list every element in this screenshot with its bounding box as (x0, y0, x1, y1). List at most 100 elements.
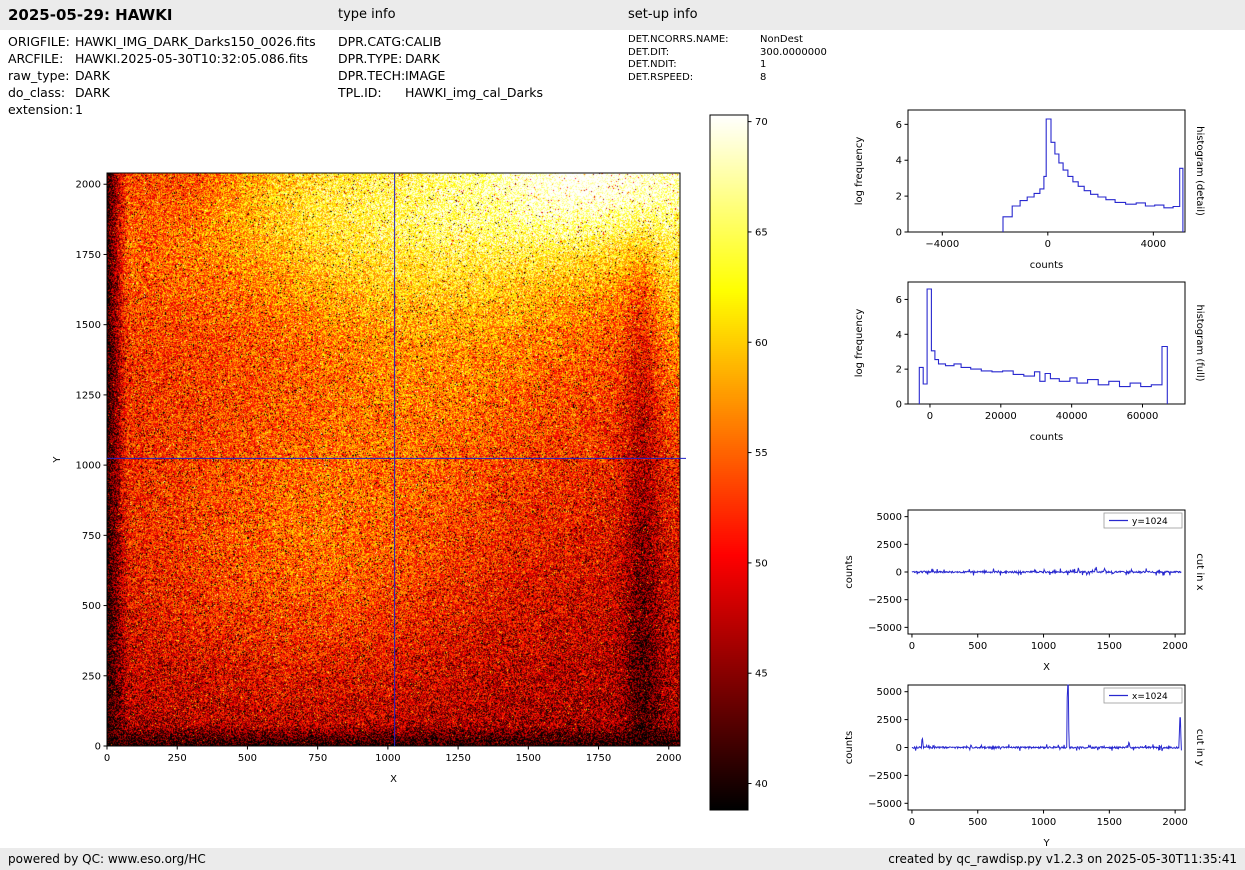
colorbar-tick-label: 50 (755, 558, 768, 569)
y-tick-label: 250 (82, 671, 101, 682)
metadata-value: DARK (75, 85, 110, 100)
x-tick-label: 1000 (1031, 641, 1056, 652)
x-tick-label: 1250 (445, 753, 470, 764)
y-tick-label: −5000 (868, 623, 902, 634)
cut-line (912, 567, 1182, 576)
y-axis-label: counts (844, 555, 855, 588)
metadata-value: 8 (760, 72, 766, 83)
metadata-row: ORIGFILE:HAWKI_IMG_DARK_Darks150_0026.fi… (8, 33, 316, 50)
setup-info-heading: set-up info (628, 0, 698, 30)
right-axis-label: histogram (detail) (1194, 126, 1205, 216)
colorbar-tick-label: 45 (755, 669, 768, 680)
metadata-file-info: ORIGFILE:HAWKI_IMG_DARK_Darks150_0026.fi… (8, 33, 316, 118)
x-tick-label: 1000 (1031, 817, 1056, 828)
x-tick-label: 40000 (1056, 411, 1088, 422)
x-tick-label: 1750 (586, 753, 611, 764)
x-tick-label: 1000 (375, 753, 400, 764)
y-tick-label: 0 (896, 568, 902, 579)
colorbar-tick-label: 60 (755, 338, 768, 349)
metadata-value: 1 (760, 59, 766, 70)
legend-box (1104, 513, 1182, 528)
right-axis-label: cut in x (1194, 553, 1205, 590)
x-axis-label: counts (1030, 432, 1063, 443)
metadata-value: HAWKI_IMG_DARK_Darks150_0026.fits (75, 34, 316, 49)
type-info-heading: type info (338, 0, 396, 30)
metadata-row: raw_type:DARK (8, 67, 316, 84)
metadata-label: TPL.ID: (338, 84, 405, 101)
metadata-row: ARCFILE:HAWKI.2025-05-30T10:32:05.086.fi… (8, 50, 316, 67)
y-tick-label: 1000 (76, 461, 101, 472)
y-tick-label: 2 (896, 192, 902, 203)
metadata-row: DPR.CATG:CALIB (338, 33, 543, 50)
y-tick-label: −2500 (868, 595, 902, 606)
metadata-label: raw_type: (8, 67, 75, 84)
metadata-label: ARCFILE: (8, 50, 75, 67)
metadata-row: extension:1 (8, 101, 316, 118)
metadata-value: NonDest (760, 34, 803, 45)
x-tick-label: 0 (909, 817, 915, 828)
y-tick-label: 1250 (76, 390, 101, 401)
y-tick-label: 1500 (76, 320, 101, 331)
legend-label: y=1024 (1132, 517, 1168, 527)
metadata-type-info: DPR.CATG:CALIB DPR.TYPE:DARK DPR.TECH:IM… (338, 33, 543, 101)
metadata-setup-info: DET.NCORRS.NAME:NonDest DET.DIT:300.0000… (628, 34, 827, 84)
x-tick-label: 1500 (516, 753, 541, 764)
colorbar-tick-label: 70 (755, 117, 768, 128)
colorbar-tick-label: 65 (755, 227, 768, 238)
x-tick-label: 250 (168, 753, 187, 764)
y-tick-label: 6 (896, 295, 902, 306)
y-tick-label: 500 (82, 601, 101, 612)
y-tick-label: 4 (896, 330, 902, 341)
y-tick-label: 2500 (877, 715, 902, 726)
metadata-label: DPR.TECH: (338, 67, 405, 84)
y-tick-label: 5000 (877, 687, 902, 698)
colorbar-tick-label: 55 (755, 448, 768, 459)
metadata-row: DET.RSPEED:8 (628, 72, 827, 85)
metadata-value: IMAGE (405, 68, 445, 83)
metadata-value: HAWKI.2025-05-30T10:32:05.086.fits (75, 51, 308, 66)
x-tick-label: 4000 (1141, 239, 1166, 250)
y-axis-label: log frequency (854, 137, 865, 206)
y-axis-label: log frequency (854, 309, 865, 378)
y-tick-label: 2000 (76, 180, 101, 191)
metadata-row: do_class:DARK (8, 84, 316, 101)
y-tick-label: 0 (896, 228, 902, 239)
histogram-line (1003, 119, 1183, 232)
metadata-label: do_class: (8, 84, 75, 101)
metadata-row: DET.NCORRS.NAME:NonDest (628, 34, 827, 47)
x-tick-label: 500 (968, 641, 987, 652)
footer-bar: powered by QC: www.eso.org/HC created by… (0, 848, 1245, 870)
y-tick-label: 750 (82, 531, 101, 542)
header-bar: 2025-05-29: HAWKI type info set-up info (0, 0, 1245, 30)
metadata-value: 300.0000000 (760, 47, 827, 58)
metadata-label: DET.RSPEED: (628, 72, 760, 85)
axes-frame (908, 685, 1185, 810)
y-tick-label: 0 (896, 743, 902, 754)
x-tick-label: 2000 (1162, 817, 1187, 828)
axes-frame (908, 282, 1185, 404)
metadata-label: DET.NCORRS.NAME: (628, 34, 760, 47)
metadata-row: DET.DIT:300.0000000 (628, 47, 827, 60)
y-tick-label: 0 (896, 400, 902, 411)
x-tick-label: 1500 (1097, 641, 1122, 652)
x-tick-label: 0 (927, 411, 933, 422)
metadata-label: extension: (8, 101, 75, 118)
x-tick-label: 500 (238, 753, 257, 764)
axes-frame (908, 110, 1185, 232)
page-title: 2025-05-29: HAWKI (8, 0, 172, 30)
metadata-value: DARK (75, 68, 110, 83)
x-tick-label: 2000 (1162, 641, 1187, 652)
y-tick-label: −5000 (868, 799, 902, 810)
x-tick-label: 500 (968, 817, 987, 828)
colorbar-tick-label: 40 (755, 779, 768, 790)
x-tick-label: 0 (909, 641, 915, 652)
x-axis-label: X (390, 774, 397, 785)
y-tick-label: 2500 (877, 540, 902, 551)
metadata-label: DET.DIT: (628, 47, 760, 60)
metadata-label: DET.NDIT: (628, 59, 760, 72)
x-axis-label: X (1043, 662, 1050, 673)
metadata-value: HAWKI_img_cal_Darks (405, 85, 543, 100)
x-tick-label: 2000 (656, 753, 681, 764)
y-tick-label: 6 (896, 120, 902, 131)
footer-powered-by: powered by QC: www.eso.org/HC (8, 848, 206, 870)
